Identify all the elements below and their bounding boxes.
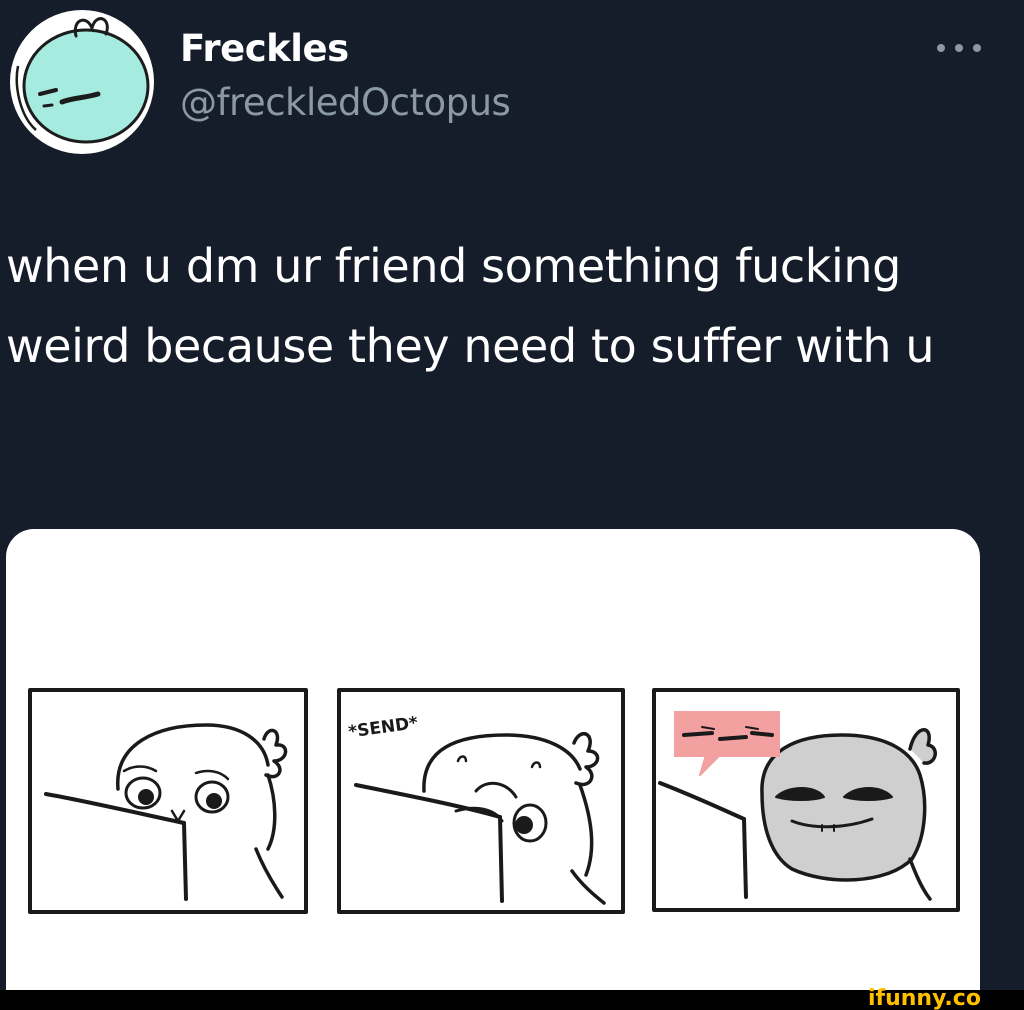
avatar-illustration xyxy=(10,10,154,154)
tweet-screenshot: Freckles @freckledOctopus when u dm ur f… xyxy=(0,0,1024,1010)
ifunny-watermark: ifunny.co xyxy=(866,984,1016,1010)
comic-panel-2: *SEND* xyxy=(337,688,625,914)
ifunny-logo: ifunny.co xyxy=(868,986,981,1010)
tweet-media[interactable]: *SEND* xyxy=(6,529,980,999)
comic-caption: *SEND* xyxy=(347,713,419,743)
author-display-name[interactable]: Freckles xyxy=(180,26,349,72)
more-options-button[interactable] xyxy=(932,34,986,62)
avatar[interactable] xyxy=(6,6,158,156)
comic-panel-1 xyxy=(28,688,308,914)
watermark-text: ifunny.co xyxy=(868,986,981,1010)
author-handle[interactable]: @freckledOctopus xyxy=(180,80,511,126)
comic-strip: *SEND* xyxy=(28,688,960,914)
more-horizontal-icon xyxy=(937,44,981,52)
tweet-text: when u dm ur friend something fucking we… xyxy=(6,239,935,373)
comic-panel-3 xyxy=(652,688,960,912)
